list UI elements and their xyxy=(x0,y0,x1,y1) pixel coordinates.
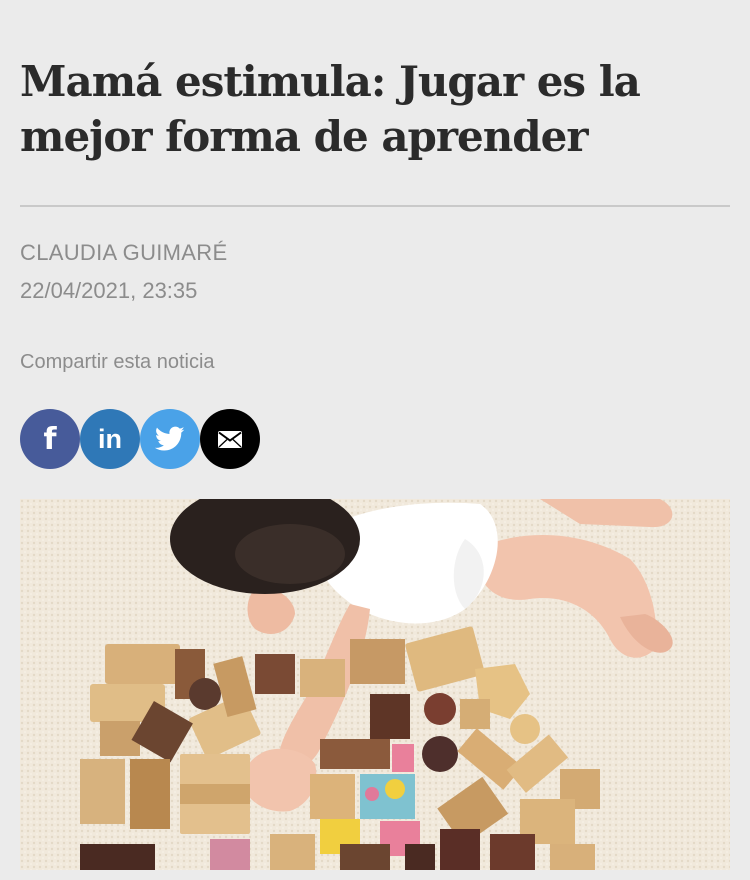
article-title: Mamá estimula: Jugar es la mejor forma d… xyxy=(20,57,641,161)
article-date: 22/04/2021, 23:35 xyxy=(20,278,198,303)
share-email-button[interactable] xyxy=(200,409,260,469)
share-twitter-button[interactable] xyxy=(140,409,200,469)
linkedin-icon: in xyxy=(98,423,122,454)
share-label: Compartir esta noticia xyxy=(20,351,215,373)
share-facebook-button[interactable]: f xyxy=(20,409,80,469)
article-author[interactable]: CLAUDIA GUIMARÉ xyxy=(20,240,227,266)
share-linkedin-button[interactable]: in xyxy=(80,409,140,469)
twitter-icon xyxy=(155,426,185,451)
article-page: Mamá estimula: Jugar es la mejor forma d… xyxy=(0,0,750,880)
baby-blocks-photo xyxy=(20,499,730,870)
title-divider xyxy=(20,205,730,207)
hero-image[interactable] xyxy=(20,499,730,870)
facebook-icon: f xyxy=(43,421,57,457)
mail-icon xyxy=(218,430,242,448)
share-buttons: f in xyxy=(20,409,280,469)
